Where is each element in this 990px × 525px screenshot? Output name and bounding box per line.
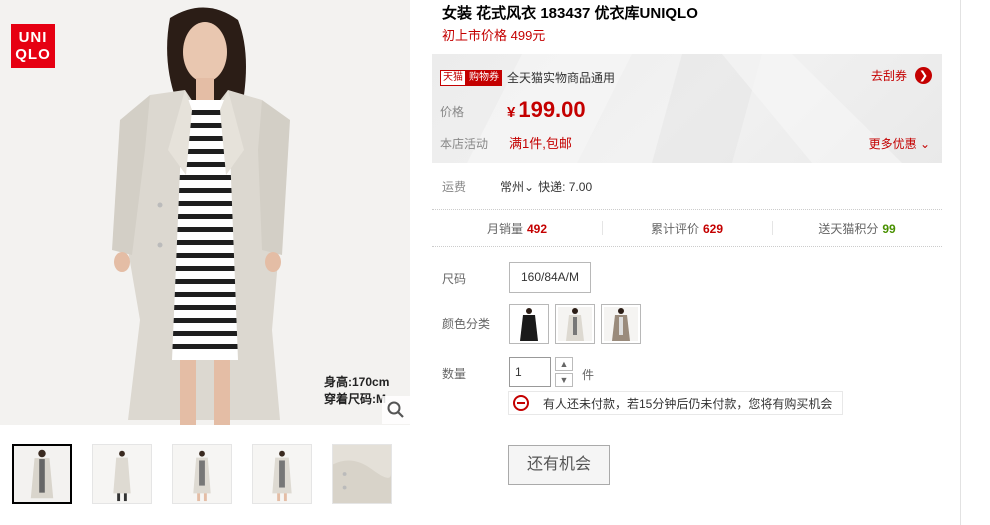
minus-circle-icon — [513, 395, 529, 411]
model-caption: 身高:170cm 穿着尺码:M — [324, 374, 389, 408]
shipping-method: 快递: 7.00 — [538, 180, 593, 194]
quantity-decrease-button[interactable]: ▼ — [555, 373, 573, 387]
still-a-chance-button[interactable]: 还有机会 — [508, 445, 610, 485]
uniqlo-logo: UNI QLO — [11, 24, 55, 68]
tmall-points: 送天猫积分 99 — [772, 220, 942, 237]
quantity-label: 数量 — [442, 367, 467, 381]
color-swatch-black[interactable] — [509, 304, 549, 344]
coupon-row: 天猫 购物券 全天猫实物商品通用 — [440, 69, 615, 86]
current-price: ¥199.00 — [507, 97, 586, 122]
activity-label: 本店活动 — [440, 137, 489, 151]
original-price: 初上市价格 499元 — [442, 28, 546, 43]
model-photo — [0, 0, 410, 425]
model-height: 身高:170cm — [324, 375, 390, 389]
more-offers-link[interactable]: 更多优惠 ⌄ — [869, 135, 930, 152]
product-page: UNI QLO 身高:170cm 穿着尺码:M 女装 花式风衣 183437 优… — [0, 0, 990, 525]
thumbnail-5[interactable] — [332, 444, 392, 504]
get-coupon-link[interactable]: 去刮券 ❯ — [871, 67, 932, 84]
thumbnail-3[interactable] — [172, 444, 232, 504]
size-option[interactable]: 160/84A/M — [509, 262, 591, 293]
color-swatch-light-beige[interactable] — [555, 304, 595, 344]
activity-text: 满1件,包邮 — [509, 136, 572, 151]
quantity-input[interactable] — [509, 357, 551, 387]
main-product-image[interactable]: UNI QLO 身高:170cm 穿着尺码:M — [0, 0, 410, 425]
thumbnail-4[interactable] — [252, 444, 312, 504]
quantity-unit: 件 — [582, 368, 595, 382]
unpaid-notice: 有人还未付款，若15分钟后仍未付款，您将有购买机会 — [508, 391, 844, 415]
price-box: 天猫 购物券 全天猫实物商品通用 去刮券 ❯ 价格 ¥199.00 本店活动 满… — [432, 54, 942, 163]
shipping-row: 运费 常州⌄ 快递: 7.00 — [442, 178, 592, 195]
review-count[interactable]: 累计评价 629 — [602, 220, 772, 237]
right-border — [960, 0, 961, 525]
thumbnail-1[interactable] — [12, 444, 72, 504]
thumbnail-2[interactable] — [92, 444, 152, 504]
coupon-text: 全天猫实物商品通用 — [507, 71, 616, 85]
model-size: 穿着尺码:M — [324, 392, 386, 406]
coupon-tag: 购物券 — [466, 69, 502, 86]
monthly-sales: 月销量 492 — [486, 221, 548, 236]
color-label: 颜色分类 — [442, 317, 491, 331]
shipping-label: 运费 — [442, 180, 467, 194]
product-title: 女装 花式风衣 183437 优衣库UNIQLO — [442, 5, 698, 22]
chevron-down-icon: ⌄ — [524, 180, 535, 194]
price-label: 价格 — [440, 105, 465, 119]
color-swatches — [509, 304, 641, 344]
size-label: 尺码 — [442, 272, 467, 286]
tmall-tag: 天猫 — [440, 69, 466, 86]
zoom-icon[interactable] — [382, 396, 410, 424]
color-swatch-taupe[interactable] — [601, 304, 641, 344]
divider — [432, 246, 942, 247]
thumbnail-strip — [12, 444, 392, 504]
stats-row: 月销量 492 累计评价 629 送天猫积分 99 — [432, 210, 942, 246]
shipping-city-select[interactable]: 常州⌄ — [500, 178, 534, 195]
notice-text: 有人还未付款，若15分钟后仍未付款，您将有购买机会 — [543, 396, 833, 411]
arrow-right-icon: ❯ — [915, 67, 932, 84]
chevron-down-icon: ⌄ — [916, 137, 930, 151]
quantity-increase-button[interactable]: ▲ — [555, 357, 573, 371]
